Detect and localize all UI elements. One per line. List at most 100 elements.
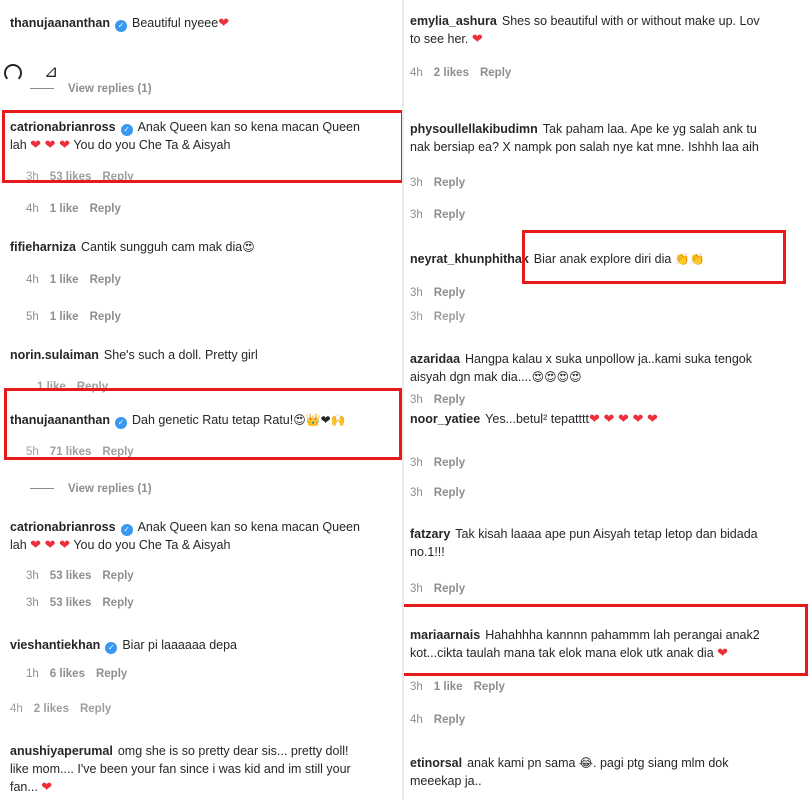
comment-time: 3h bbox=[410, 177, 423, 189]
reply-button[interactable]: Reply bbox=[434, 394, 465, 406]
comment-username[interactable]: vieshantiekhan bbox=[10, 638, 100, 652]
comment-username[interactable]: azaridaa bbox=[410, 352, 460, 366]
comment-text: aisyah dgn mak dia.... bbox=[410, 370, 532, 384]
likes-count[interactable]: 53 likes bbox=[50, 171, 92, 183]
likes-count[interactable]: 1 like bbox=[50, 274, 79, 286]
likes-count[interactable]: 2 likes bbox=[434, 67, 469, 79]
reply-button[interactable]: Reply bbox=[480, 67, 511, 79]
comment-time: 3h bbox=[410, 681, 423, 693]
comment-username[interactable]: noor_yatiee bbox=[410, 412, 480, 426]
likes-count[interactable]: 53 likes bbox=[50, 570, 92, 582]
comment-meta: 3h Reply bbox=[410, 393, 476, 407]
likes-count[interactable]: 1 like bbox=[50, 203, 79, 215]
comment-meta: 3h 1 like Reply bbox=[410, 680, 516, 694]
comment-time: 4h bbox=[410, 714, 423, 726]
likes-count[interactable]: 1 like bbox=[50, 311, 79, 323]
comment: thanujaananthan ✓ Dah genetic Ratu tetap R… bbox=[10, 411, 394, 429]
comment-username[interactable]: etinorsal bbox=[410, 756, 462, 770]
reply-button[interactable]: Reply bbox=[102, 171, 133, 183]
verified-badge-icon: ✓ bbox=[120, 124, 133, 136]
reply-button[interactable]: Reply bbox=[96, 668, 127, 680]
comment-username[interactable]: mariaarnais bbox=[410, 628, 480, 642]
comment-text: Tak paham laa. Ape ke yg salah ank tu bbox=[542, 122, 757, 136]
comment: catrionabrianross ✓ Anak Queen kan so kena… bbox=[10, 518, 394, 554]
comment-meta: 4h 1 like Reply bbox=[26, 202, 132, 216]
reply-button[interactable]: Reply bbox=[102, 570, 133, 582]
comment-icon[interactable] bbox=[4, 64, 22, 82]
heart-emoji: ❤ bbox=[717, 645, 729, 660]
comment: physoullellakibudimn Tak paham laa. Ape k… bbox=[410, 120, 800, 156]
view-replies[interactable]: View replies (1) bbox=[30, 482, 152, 496]
reply-button[interactable]: Reply bbox=[90, 203, 121, 215]
reply-button[interactable]: Reply bbox=[434, 287, 465, 299]
comment-text: Hangpa kalau x suka unpollow ja..kami su… bbox=[465, 352, 753, 366]
reply-button[interactable]: Reply bbox=[80, 703, 111, 715]
comment-meta: 3h 53 likes Reply bbox=[26, 170, 145, 184]
view-replies[interactable]: View replies (1) bbox=[30, 82, 152, 96]
reply-button[interactable]: Reply bbox=[434, 583, 465, 595]
right-comment-panel: emylia_ashura Shes so beautiful with or w… bbox=[404, 0, 808, 800]
comment-time: 3h bbox=[26, 171, 39, 183]
reply-button[interactable]: Reply bbox=[102, 446, 133, 458]
reply-button[interactable]: Reply bbox=[434, 311, 465, 323]
comment-meta: 5h 71 likes Reply bbox=[26, 445, 145, 459]
reply-button[interactable]: Reply bbox=[90, 311, 121, 323]
comment-time: 4h bbox=[26, 274, 39, 286]
reply-button[interactable]: Reply bbox=[434, 714, 465, 726]
view-replies-label[interactable]: View replies (1) bbox=[68, 483, 152, 495]
comment-text: Anak Queen kan so kena macan Queen bbox=[137, 120, 360, 134]
comment-username[interactable]: thanujaananthan bbox=[10, 413, 110, 427]
likes-count[interactable]: 6 likes bbox=[50, 668, 85, 680]
comment-text: lah bbox=[10, 138, 27, 152]
reply-button[interactable]: Reply bbox=[434, 457, 465, 469]
comment-username[interactable]: physoullellakibudimn bbox=[410, 122, 538, 136]
comment-username[interactable]: catrionabrianross bbox=[10, 120, 116, 134]
comment-time: 1h bbox=[26, 668, 39, 680]
comment-time: 3h bbox=[26, 570, 39, 582]
comment-text: to see her. bbox=[410, 32, 469, 46]
reply-button[interactable]: Reply bbox=[90, 274, 121, 286]
comment-username[interactable]: emylia_ashura bbox=[410, 14, 497, 28]
comment-time: 3h bbox=[410, 583, 423, 595]
likes-count[interactable]: 1 like bbox=[434, 681, 463, 693]
comment-username[interactable]: anushiyaperumal bbox=[10, 744, 113, 758]
comment: emylia_ashura Shes so beautiful with or w… bbox=[410, 12, 800, 48]
comment-username[interactable]: norin.sulaiman bbox=[10, 348, 99, 362]
comment-time: 3h bbox=[410, 287, 423, 299]
comment: fifieharniza Cantik sungguh cam mak dia😍 bbox=[10, 238, 394, 256]
comment-text: Dah genetic Ratu tetap Ratu! bbox=[132, 413, 294, 427]
reply-button[interactable]: Reply bbox=[434, 209, 465, 221]
left-comment-panel: thanujaananthan ✓ Beautiful nyeee ❤ ⊿ View … bbox=[0, 0, 402, 800]
comment-username[interactable]: neyrat_khunphithak bbox=[410, 252, 529, 266]
comment-text: no.1!!! bbox=[410, 545, 445, 559]
reply-button[interactable]: Reply bbox=[474, 681, 505, 693]
send-icon[interactable]: ⊿ bbox=[44, 62, 58, 82]
comment: vieshantiekhan ✓ Biar pi laaaaaa depa bbox=[10, 636, 394, 654]
heart-emoji: ❤ bbox=[41, 779, 53, 794]
emoji: 😍😍😍😍 bbox=[531, 370, 582, 384]
comment-meta: 3h Reply bbox=[410, 286, 476, 300]
comment-username[interactable]: fifieharniza bbox=[10, 240, 76, 254]
likes-count[interactable]: 71 likes bbox=[50, 446, 92, 458]
comment-text: omg she is so pretty dear sis... pretty … bbox=[117, 744, 349, 758]
divider-line bbox=[30, 88, 54, 90]
comment-username[interactable]: thanujaananthan bbox=[10, 16, 110, 30]
comment: anushiyaperumal omg she is so pretty dear… bbox=[10, 742, 394, 796]
likes-count[interactable]: 2 likes bbox=[34, 703, 69, 715]
heart-emoji: ❤ bbox=[471, 31, 483, 46]
comment-text: Beautiful nyeee bbox=[132, 16, 219, 30]
comment-meta: 3h 53 likes Reply bbox=[26, 569, 145, 583]
comment-username[interactable]: fatzary bbox=[410, 527, 450, 541]
view-replies-label[interactable]: View replies (1) bbox=[68, 83, 152, 95]
comment-meta: 1 like Reply bbox=[26, 380, 119, 394]
reply-button[interactable]: Reply bbox=[434, 177, 465, 189]
reply-button[interactable]: Reply bbox=[102, 597, 133, 609]
comment-meta: 4h 2 likes Reply bbox=[410, 66, 522, 80]
reply-button[interactable]: Reply bbox=[77, 381, 108, 393]
likes-count[interactable]: 53 likes bbox=[50, 597, 92, 609]
comment-text: anak kami pn sama bbox=[467, 756, 576, 770]
likes-count[interactable]: 1 like bbox=[37, 381, 66, 393]
comment-text: She's such a doll. Pretty girl bbox=[103, 348, 258, 362]
reply-button[interactable]: Reply bbox=[434, 487, 465, 499]
comment-username[interactable]: catrionabrianross bbox=[10, 520, 116, 534]
